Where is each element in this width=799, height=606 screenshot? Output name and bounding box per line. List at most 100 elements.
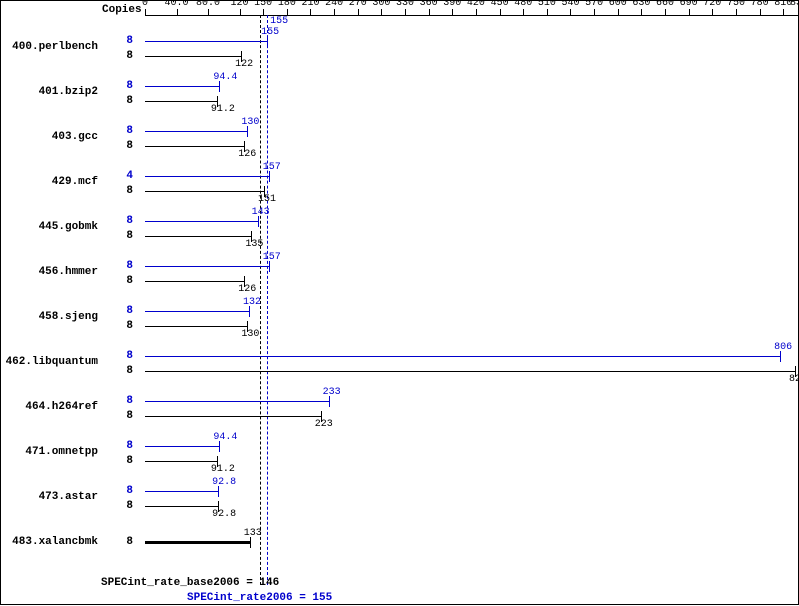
peak-bar <box>145 491 218 492</box>
peak-copies: 8 <box>126 80 133 92</box>
benchmark-label: 401.bzip2 <box>39 86 98 98</box>
base-copies: 8 <box>126 536 133 548</box>
peak-copies: 8 <box>126 125 133 137</box>
peak-value: 157 <box>263 162 281 173</box>
x-tick-label: 180 <box>278 0 296 9</box>
x-tick-label: 240 <box>325 0 343 9</box>
x-tick-label: 210 <box>301 0 319 9</box>
x-tick <box>641 9 642 15</box>
x-tick <box>429 9 430 15</box>
base-value: 122 <box>235 59 253 70</box>
x-tick-label: 300 <box>372 0 390 9</box>
refline-peak <box>267 15 268 585</box>
base-value: 135 <box>245 239 263 250</box>
x-tick-label: 480 <box>514 0 532 9</box>
x-tick <box>665 9 666 15</box>
x-tick <box>358 9 359 15</box>
x-tick-label: 120 <box>231 0 249 9</box>
peak-copies: 4 <box>126 170 133 182</box>
peak-copies: 8 <box>126 350 133 362</box>
x-tick <box>689 9 690 15</box>
base-bar <box>145 371 795 372</box>
benchmark-label: 458.sjeng <box>39 311 98 323</box>
x-tick <box>476 9 477 15</box>
base-copies: 8 <box>126 410 133 422</box>
x-tick <box>523 9 524 15</box>
peak-value: 155 <box>261 27 279 38</box>
x-tick <box>263 9 264 15</box>
base-bar <box>145 461 217 462</box>
x-tick <box>452 9 453 15</box>
peak-value: 94.4 <box>213 72 237 83</box>
x-tick <box>208 9 209 15</box>
base-value: 91.2 <box>211 464 235 475</box>
base-copies: 8 <box>126 320 133 332</box>
benchmark-label: 400.perlbench <box>12 41 98 53</box>
x-tick-label: 330 <box>396 0 414 9</box>
peak-copies: 8 <box>126 305 133 317</box>
x-tick <box>594 9 595 15</box>
x-tick <box>381 9 382 15</box>
base-value: 825 <box>789 374 799 385</box>
base-value: 130 <box>241 329 259 340</box>
base-bar <box>145 101 217 102</box>
benchmark-label: 483.xalancbmk <box>12 536 98 548</box>
x-tick-label: 750 <box>727 0 745 9</box>
x-tick-label: 80.0 <box>196 0 220 9</box>
peak-value: 130 <box>241 117 259 128</box>
x-tick-label: 390 <box>443 0 461 9</box>
peak-value: 157 <box>263 252 281 263</box>
base-bar <box>145 236 251 237</box>
peak-bar <box>145 446 219 447</box>
peak-value: 143 <box>252 207 270 218</box>
x-tick <box>712 9 713 15</box>
base-value: 126 <box>238 149 256 160</box>
x-tick <box>287 9 288 15</box>
base-copies: 8 <box>126 185 133 197</box>
base-bar <box>145 191 264 192</box>
label-column: Copies 400.perlbench88401.bzip288403.gcc… <box>1 1 143 606</box>
base-value: 223 <box>315 419 333 430</box>
base-copies: 8 <box>126 365 133 377</box>
peak-bar <box>145 176 269 177</box>
footer-peak-label: SPECint_rate2006 = 155 <box>187 592 332 604</box>
x-tick <box>334 9 335 15</box>
x-tick-label: 720 <box>703 0 721 9</box>
x-tick-label: 510 <box>538 0 556 9</box>
x-tick-label: 40.0 <box>165 0 189 9</box>
peak-copies: 8 <box>126 260 133 272</box>
base-copies: 8 <box>126 95 133 107</box>
x-tick-label: 660 <box>656 0 674 9</box>
x-tick <box>405 9 406 15</box>
x-tick-label: 450 <box>491 0 509 9</box>
x-tick <box>618 9 619 15</box>
x-tick <box>500 9 501 15</box>
x-tick-label: 150 <box>254 0 272 9</box>
benchmark-label: 473.astar <box>39 491 98 503</box>
peak-bar <box>145 131 247 132</box>
peak-bar <box>145 221 258 222</box>
benchmark-label: 464.h264ref <box>25 401 98 413</box>
x-tick <box>570 9 571 15</box>
peak-copies: 8 <box>126 35 133 47</box>
peak-copies: 8 <box>126 485 133 497</box>
x-tick-label: 360 <box>420 0 438 9</box>
benchmark-label: 403.gcc <box>52 131 98 143</box>
x-tick-label: 420 <box>467 0 485 9</box>
benchmark-label: 471.omnetpp <box>25 446 98 458</box>
x-tick-label: 0 <box>142 0 148 9</box>
benchmark-label: 429.mcf <box>52 176 98 188</box>
x-tick-label: 270 <box>349 0 367 9</box>
base-value: 92.8 <box>212 509 236 520</box>
peak-bar <box>145 401 329 402</box>
x-tick <box>736 9 737 15</box>
peak-value: 132 <box>243 297 261 308</box>
peak-bar <box>145 311 249 312</box>
x-tick-label: 540 <box>561 0 579 9</box>
x-tick-label: 630 <box>632 0 650 9</box>
peak-value: 92.8 <box>212 477 236 488</box>
base-value: 126 <box>238 284 256 295</box>
peak-copies: 8 <box>126 215 133 227</box>
peak-value: 94.4 <box>213 432 237 443</box>
x-tick-label: 780 <box>751 0 769 9</box>
